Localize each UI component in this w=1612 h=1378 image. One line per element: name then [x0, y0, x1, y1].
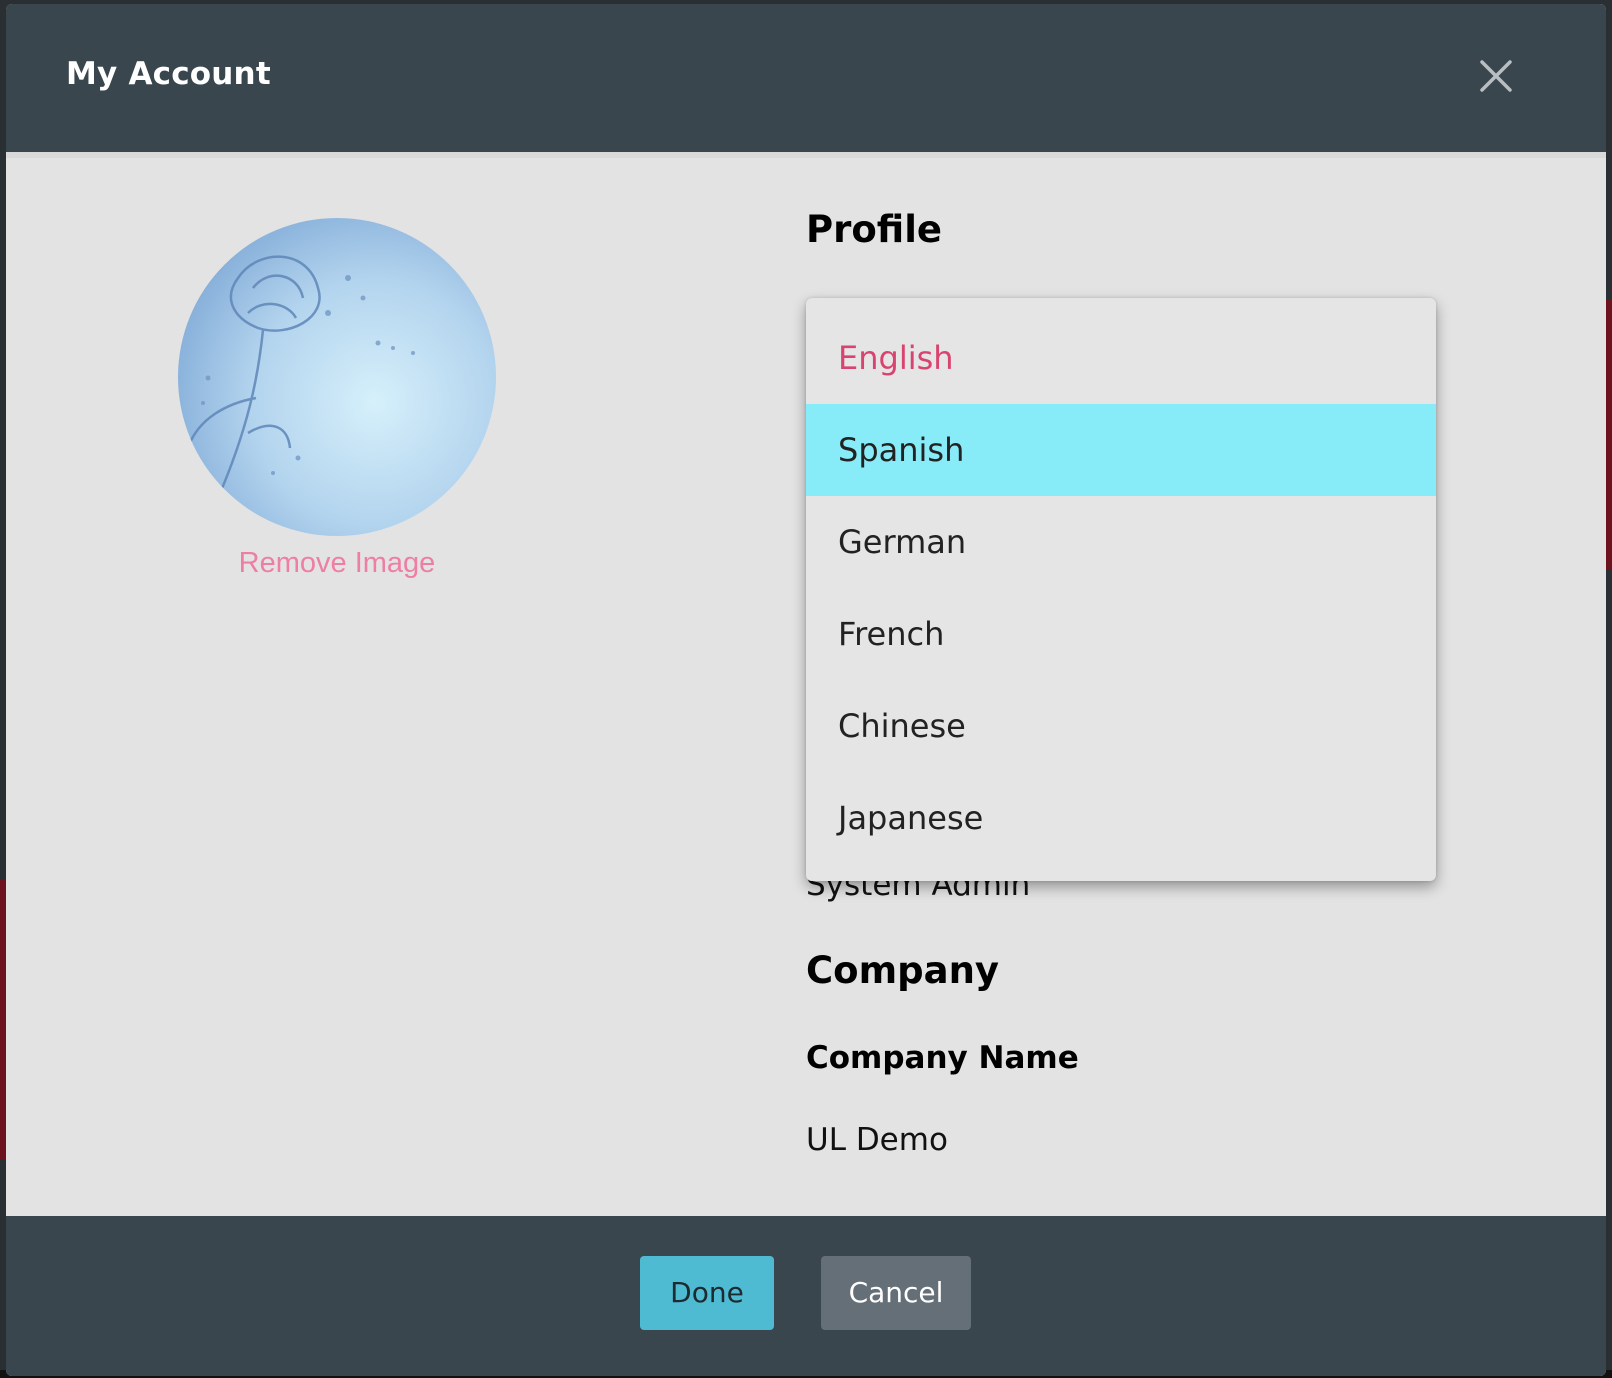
remove-image-link[interactable]: Remove Image	[178, 547, 496, 580]
close-icon	[1480, 60, 1512, 92]
company-name-label: Company Name	[806, 1040, 1079, 1076]
language-option-chinese[interactable]: Chinese	[806, 680, 1436, 772]
done-button[interactable]: Done	[640, 1256, 774, 1330]
profile-heading: Profile	[806, 208, 942, 251]
language-option-english[interactable]: English	[806, 312, 1436, 404]
language-option-japanese[interactable]: Japanese	[806, 772, 1436, 864]
company-name-value: UL Demo	[806, 1122, 948, 1158]
avatar[interactable]	[178, 218, 496, 536]
company-heading: Company	[806, 949, 1000, 992]
language-option-french[interactable]: French	[806, 588, 1436, 680]
cancel-button[interactable]: Cancel	[821, 1256, 971, 1330]
language-dropdown-menu: English Spanish German French Chinese Ja…	[806, 298, 1436, 881]
dialog-title: My Account	[66, 56, 271, 92]
avatar-image	[178, 218, 496, 536]
language-option-german[interactable]: German	[806, 496, 1436, 588]
my-account-dialog: My Account Remove Image Profile System A…	[6, 4, 1606, 1376]
dialog-header: My Account	[6, 4, 1606, 158]
language-option-spanish[interactable]: Spanish	[806, 404, 1436, 496]
dialog-footer: Done Cancel	[6, 1216, 1606, 1376]
close-icon[interactable]	[1476, 56, 1516, 96]
